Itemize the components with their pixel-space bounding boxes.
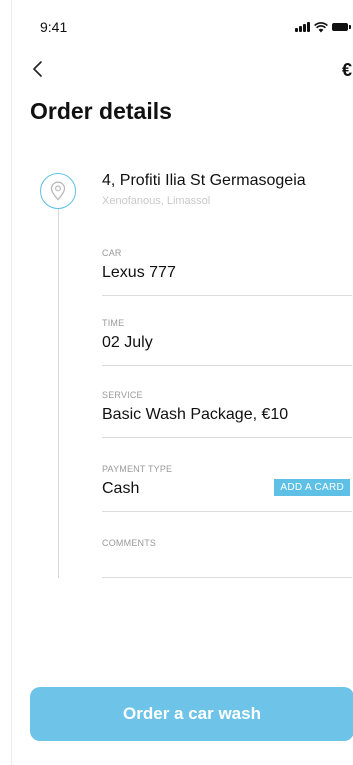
status-time: 9:41 [40,19,68,35]
time-value: 02 July [102,334,153,351]
navigation-bar: € [12,55,353,85]
page-title: Order details [30,98,172,124]
time-field[interactable]: TIME 02 July [102,318,352,366]
back-arrow-icon[interactable] [26,57,50,81]
comments-field[interactable]: COMMENTS [102,538,352,578]
timeline-line [58,192,59,578]
comments-label: COMMENTS [102,538,157,548]
time-label: TIME [102,318,125,328]
add-card-button[interactable]: ADD A CARD [274,479,350,496]
status-icons [295,20,351,34]
car-value: Lexus 777 [102,264,176,281]
car-label: CAR [102,248,122,258]
car-field[interactable]: CAR Lexus 777 [102,248,352,296]
payment-field[interactable]: PAYMENT TYPE Cash ADD A CARD [102,464,352,512]
service-label: SERVICE [102,390,143,400]
status-bar: 9:41 [12,0,353,50]
address-line2: Xenofanous, Limassol [102,195,211,207]
battery-icon [332,23,351,31]
phone-screen: 9:41 € Order details 4, Profiti Ilia St … [11,0,353,765]
location-pin-icon [50,181,66,201]
payment-label: PAYMENT TYPE [102,464,173,474]
payment-value: Cash [102,480,140,497]
service-field[interactable]: SERVICE Basic Wash Package, €10 [102,390,352,438]
location-marker [40,173,76,209]
address-line1: 4, Profiti Ilia St Germasogeia [102,172,306,189]
currency-button[interactable]: € [342,60,352,81]
signal-icon [295,22,310,32]
address-block[interactable]: 4, Profiti Ilia St Germasogeia Xenofanou… [102,172,352,207]
wifi-icon [314,21,328,32]
order-car-wash-button[interactable]: Order a car wash [30,687,353,741]
service-value: Basic Wash Package, €10 [102,406,289,423]
